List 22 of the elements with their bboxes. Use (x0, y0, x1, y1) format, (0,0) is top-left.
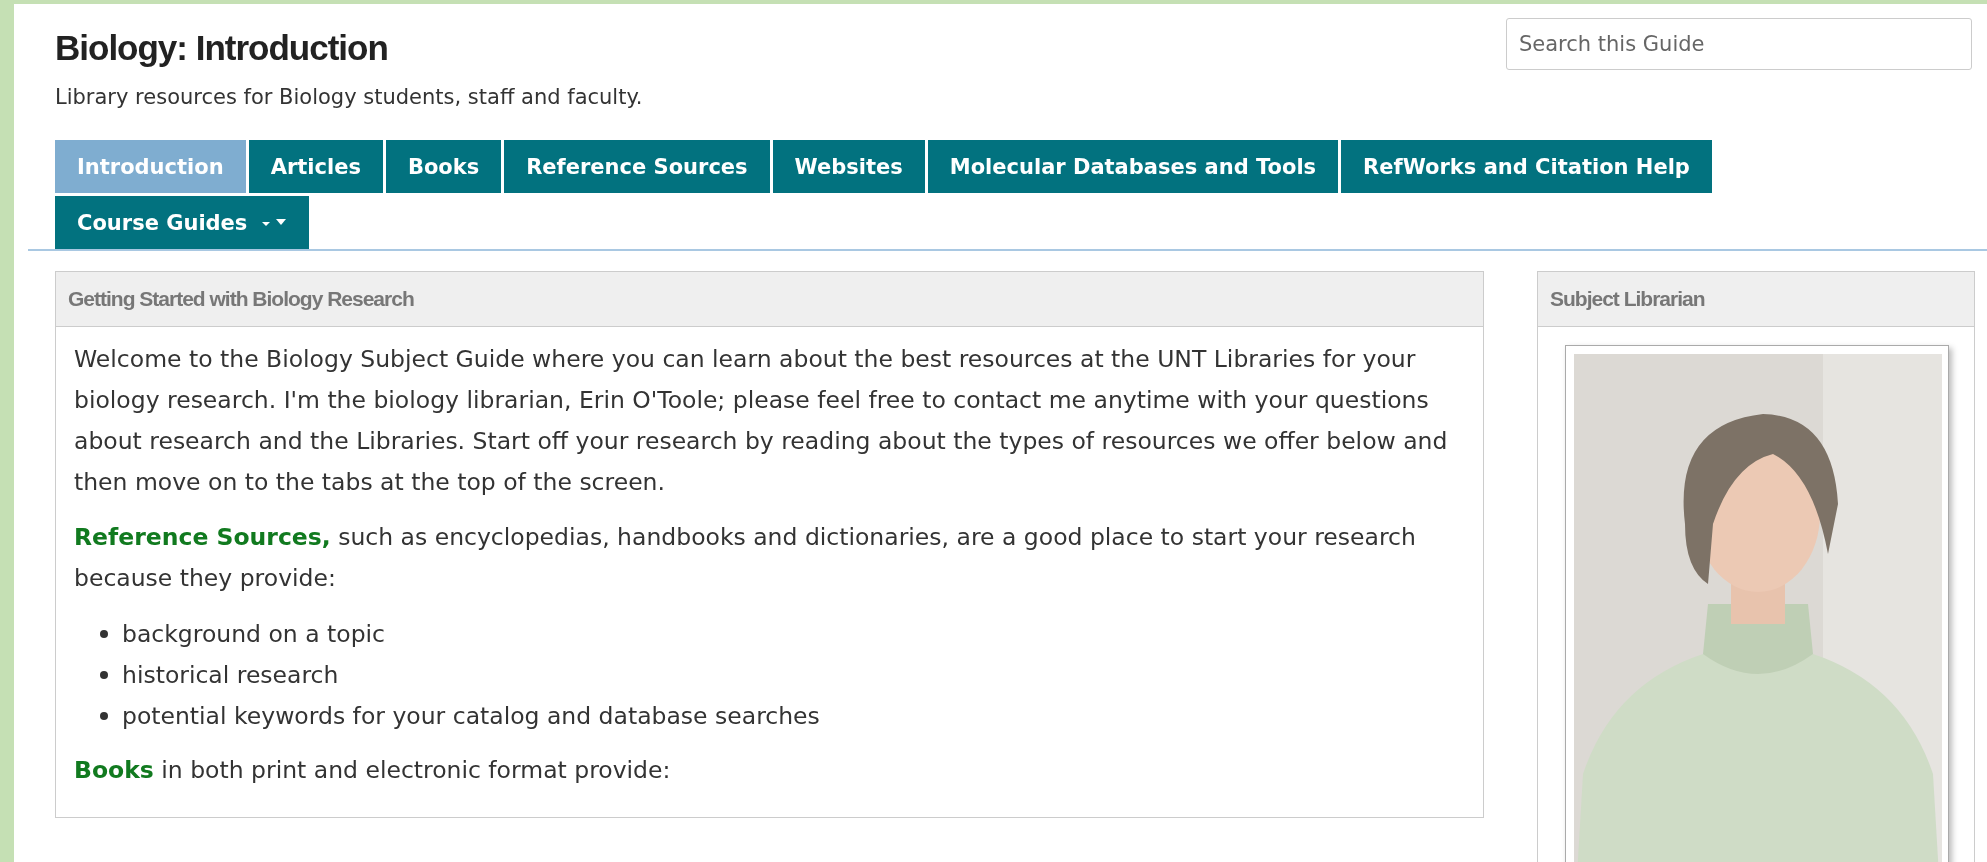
bullet-icon (100, 670, 108, 679)
tab[interactable]: Websites (772, 140, 925, 193)
panel-title: Subject Librarian (1550, 287, 1705, 311)
paragraph: Books in both print and electronic format provide: (74, 755, 672, 786)
tab[interactable]: RefWorks and Citation Help (1341, 140, 1712, 193)
page-subtitle: Library resources for Biology students, staff and faculty. (55, 84, 643, 111)
list-item: historical research (122, 660, 339, 689)
tab[interactable]: Books (385, 140, 502, 193)
bullet-icon (100, 629, 108, 638)
caret-icon (261, 217, 288, 228)
tab[interactable]: Articles (248, 140, 383, 193)
panel-title: Getting Started with Biology Research (68, 287, 414, 311)
paragraph: Welcome to the Biology Subject Guide where you can learn about the best resources at the UNT Libraries for your biology research. I'm the biology librarian, Erin O'Toole; please feel free to contact me anytime with your questions about research and the Libraries. Start off your research by reading about the types of resources we offer below and then move on to the tabs at the top of the screen. (74, 344, 1449, 498)
list-item: background on a topic (122, 619, 386, 648)
page-title: Biology: Introduction (55, 27, 389, 69)
search-field[interactable]: Search this Guide (1506, 18, 1972, 70)
tab[interactable]: Molecular Databases and Tools (927, 140, 1339, 193)
bullet-icon (100, 711, 108, 720)
list-item: potential keywords for your catalog and database searches (122, 701, 820, 730)
tab[interactable]: Reference Sources (504, 140, 770, 193)
tab[interactable]: Course Guides (55, 196, 310, 249)
paragraph: Reference Sources, such as encyclopedias, handbooks and dictionaries, are a good place to start your research because they provide: (74, 522, 1417, 594)
